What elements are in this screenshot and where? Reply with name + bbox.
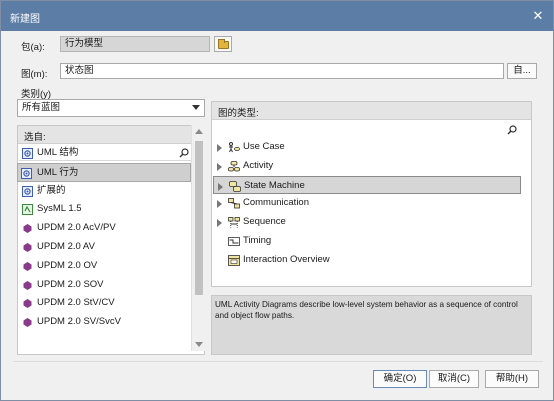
technology-list-item[interactable]: UPDM 2.0 SV/SvcV	[19, 313, 191, 332]
sequence-icon	[228, 217, 240, 228]
close-icon[interactable]: ✕	[531, 9, 545, 23]
scroll-down-icon[interactable]	[195, 342, 203, 347]
diagram-type-label: Communication	[243, 197, 309, 209]
updm-icon	[23, 299, 32, 309]
diagram-type-label: Activity	[243, 159, 274, 171]
chevron-right-icon[interactable]	[217, 162, 222, 171]
use-case-icon	[229, 142, 240, 153]
diagram-label: 图(m):	[21, 69, 48, 80]
technology-list-item-label: 扩展的	[37, 184, 66, 196]
technology-list-item[interactable]: UPDM 2.0 AcV/PV	[19, 219, 191, 238]
diagram-type-label: Interaction Overview	[243, 253, 330, 265]
diagram-type-item[interactable]: State Machine	[213, 175, 521, 195]
updm-icon	[23, 261, 32, 271]
diagram-type-label: Use Case	[243, 141, 285, 152]
technology-scrollbar[interactable]	[191, 125, 205, 351]
diagram-type-item[interactable]: Use Case	[213, 138, 521, 157]
timing-icon	[228, 237, 240, 246]
technology-panel-header: 选自:	[18, 126, 204, 144]
technology-list: UML 结构 UML 行为 扩展的 SysML 1.5 UPDM 2.0 AcV/PV U…	[17, 144, 191, 332]
diagram-type-item[interactable]: Sequence	[213, 213, 521, 232]
technology-list-item[interactable]: 扩展的	[19, 182, 191, 201]
technology-list-item[interactable]: UPDM 2.0 StV/CV	[19, 294, 191, 313]
technology-list-item-label: UPDM 2.0 SV/SvcV	[37, 316, 121, 328]
technology-list-item[interactable]: UML 结构	[19, 144, 191, 163]
uml-icon	[22, 185, 33, 197]
chevron-down-icon	[192, 105, 200, 110]
package-field: 行为模型	[60, 36, 210, 52]
diagram-type-item[interactable]: Timing	[213, 232, 521, 251]
technology-list-item-label: UPDM 2.0 AV	[37, 240, 95, 252]
ok-button[interactable]: 确定(O)	[373, 370, 427, 388]
technology-list-item-label: UML 结构	[37, 147, 79, 158]
technology-list-item[interactable]: UPDM 2.0 SOV	[19, 276, 191, 295]
updm-icon	[23, 318, 32, 328]
diagram-name-input[interactable]: 状态图	[60, 63, 504, 79]
scroll-thumb[interactable]	[195, 141, 203, 295]
updm-icon	[23, 224, 32, 234]
technology-list-item[interactable]: UML 行为	[17, 162, 191, 182]
package-label: 包(a):	[21, 42, 45, 53]
technology-list-item-label: UML 行为	[37, 166, 79, 178]
updm-icon	[23, 280, 32, 290]
chevron-right-icon[interactable]	[217, 219, 222, 228]
state-machine-icon	[229, 180, 241, 192]
package-browse-button[interactable]	[214, 36, 232, 52]
cancel-button[interactable]: 取消(C)	[429, 370, 479, 388]
technology-list-item-label: UPDM 2.0 SOV	[37, 278, 104, 290]
diagram-type-item[interactable]: Interaction Overview	[213, 251, 521, 270]
title-bar[interactable]: 新建图 ✕	[1, 1, 553, 31]
uml-icon	[22, 148, 33, 159]
technology-list-item[interactable]: UPDM 2.0 OV	[19, 257, 191, 276]
technology-list-item-label: UPDM 2.0 OV	[37, 259, 98, 271]
sysml-icon	[22, 204, 33, 216]
diagram-type-label: Sequence	[243, 216, 286, 228]
new-diagram-dialog: 新建图 ✕ 包(a): 行为模型 图(m): 状态图 自... 类别(y) 所有…	[0, 0, 554, 401]
diagram-type-item[interactable]: Communication	[213, 194, 521, 213]
folder-icon	[218, 39, 229, 49]
updm-icon	[23, 242, 32, 252]
technology-list-item-label: SysML 1.5	[37, 203, 82, 215]
technology-list-item[interactable]: SysML 1.5	[19, 200, 191, 219]
diagram-type-label: State Machine	[244, 179, 305, 191]
activity-icon	[228, 160, 240, 172]
diagram-type-label: Timing	[243, 234, 272, 246]
scroll-up-icon[interactable]	[195, 129, 203, 134]
divider	[13, 361, 543, 362]
category-select-value: 所有蓝图	[22, 102, 61, 113]
technology-list-item-label: UPDM 2.0 AcV/PV	[37, 222, 116, 234]
diagram-type-item[interactable]: Activity	[213, 157, 521, 176]
diagram-type-list: Use Case Activity State Machine Communicati…	[213, 138, 521, 270]
uml-icon	[21, 167, 32, 179]
technology-list-item[interactable]: UPDM 2.0 AV	[19, 238, 191, 257]
technology-list-item-label: UPDM 2.0 StV/CV	[37, 297, 115, 309]
diagram-description: UML Activity Diagrams describe low-level…	[211, 295, 532, 355]
chevron-right-icon[interactable]	[217, 144, 222, 152]
dialog-title: 新建图	[10, 14, 40, 25]
communication-icon	[228, 198, 240, 209]
help-button[interactable]: 帮助(H)	[485, 370, 539, 388]
diagram-auto-button[interactable]: 自...	[507, 63, 537, 79]
category-label: 类别(y)	[21, 89, 52, 100]
interaction-overview-icon	[228, 254, 240, 266]
chevron-right-icon[interactable]	[218, 182, 223, 191]
chevron-right-icon[interactable]	[217, 200, 222, 209]
category-select[interactable]: 所有蓝图	[17, 99, 205, 117]
diagram-types-header: 图的类型:	[212, 102, 531, 120]
search-icon[interactable]	[507, 125, 517, 135]
